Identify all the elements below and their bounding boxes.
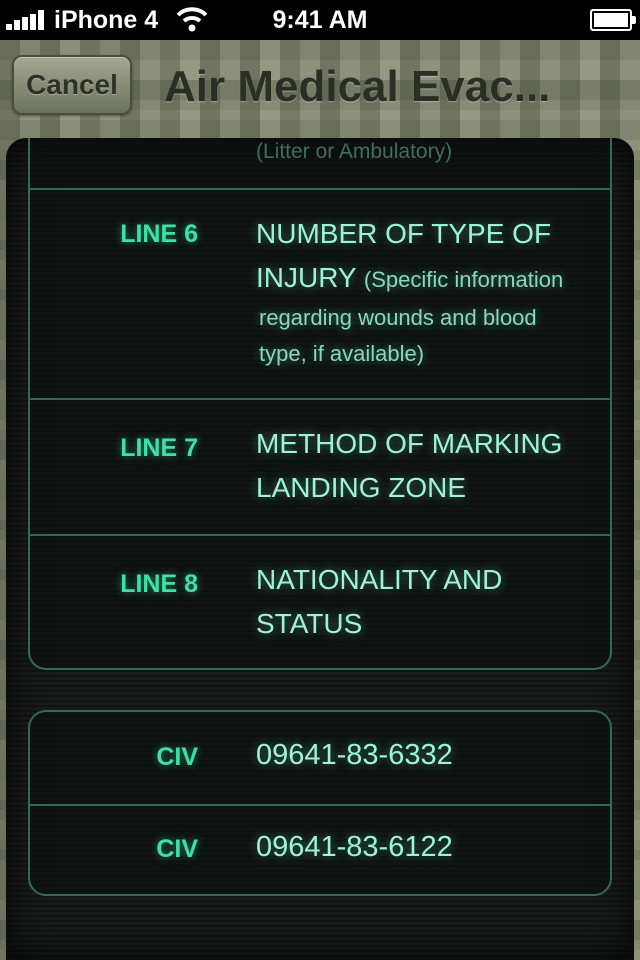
line-7-text: METHOD OF MARKING LANDING ZONE (256, 422, 596, 510)
line-8-label: LINE 8 (120, 570, 198, 598)
line-6-detail-line3: type, if available) (259, 341, 425, 366)
line-8-text: NATIONALITY AND STATUS (256, 558, 596, 646)
line-7-label: LINE 7 (120, 434, 198, 462)
list-item-line-8[interactable]: LINE 8 NATIONALITY AND STATUS (30, 534, 610, 670)
line-7-title-1: METHOD OF MARKING (256, 428, 563, 459)
contact-1-label: CIV (156, 743, 198, 771)
line-6-detail: (Specific information (363, 267, 564, 292)
line-8-title-2: STATUS (256, 608, 363, 639)
status-time: 9:41 AM (272, 6, 368, 34)
contact-numbers-list: CIV 09641-83-6332 CIV 09641-83-6122 (28, 710, 612, 896)
list-item-line-6[interactable]: LINE 6 NUMBER OF TYPE OF INJURY (Specifi… (30, 188, 610, 398)
cancel-button[interactable]: Cancel (12, 55, 132, 115)
status-bar: iPhone 4 9:41 AM (0, 0, 640, 40)
line-7-title-2: LANDING ZONE (256, 472, 467, 503)
contact-row-2[interactable]: CIV 09641-83-6122 (30, 804, 610, 896)
line-6-text: NUMBER OF TYPE OF INJURY (Specific infor… (256, 212, 606, 372)
list-item-line-7[interactable]: LINE 7 METHOD OF MARKING LANDING ZONE (30, 398, 610, 534)
contact-2-number[interactable]: 09641-83-6122 (256, 831, 453, 864)
contact-2-label: CIV (156, 835, 198, 863)
line-6-title: NUMBER OF TYPE OF (256, 218, 552, 249)
nine-line-list: (Litter or Ambulatory) LINE 6 NUMBER OF … (28, 138, 612, 670)
list-item-previous: (Litter or Ambulatory) (30, 138, 610, 188)
line-6-title-cont: INJURY (Specific information (256, 256, 606, 300)
line-6-label: LINE 6 (120, 220, 198, 248)
line-6-title-injury: INJURY (256, 262, 357, 293)
content-panel[interactable]: (Litter or Ambulatory) LINE 6 NUMBER OF … (6, 138, 634, 960)
contact-row-1[interactable]: CIV 09641-83-6332 (30, 712, 610, 804)
battery-icon (590, 9, 636, 31)
page-title: Air Medical Evac... (164, 62, 551, 111)
line-6-detail-line2: regarding wounds and blood (259, 305, 537, 330)
contact-1-number[interactable]: 09641-83-6332 (256, 739, 453, 772)
line-8-title-1: NATIONALITY AND (256, 564, 503, 595)
navigation-bar: Cancel Air Medical Evac... (0, 40, 640, 132)
previous-line-subtext: (Litter or Ambulatory) (256, 140, 453, 163)
